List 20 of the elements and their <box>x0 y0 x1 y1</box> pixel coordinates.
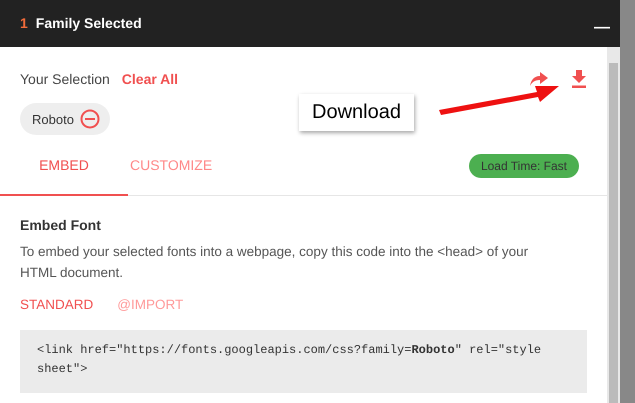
chip-label: Roboto <box>32 112 74 126</box>
font-chip[interactable]: Roboto <box>20 103 110 135</box>
scrollbar[interactable] <box>607 47 620 403</box>
panel-title: Family Selected <box>36 15 142 31</box>
embed-mode-tab[interactable]: @IMPORT <box>117 297 184 312</box>
remove-icon[interactable] <box>80 109 100 129</box>
minimize-button[interactable]: — <box>594 20 610 36</box>
selected-count: 1 <box>20 15 28 31</box>
section-label: Your Selection <box>20 71 110 87</box>
code-snippet: <link href="https://fonts.googleapis.com/css?family=Roboto" rel="stylesheet"> <box>20 330 587 393</box>
load-time-badge: Load Time: Fast <box>468 154 579 178</box>
share-icon[interactable] <box>529 71 549 87</box>
embed-mode-tab[interactable]: STANDARD <box>20 297 94 312</box>
clear-all-link[interactable]: Clear All <box>122 71 178 87</box>
download-icon[interactable] <box>571 70 587 88</box>
description-text: To embed your selected fonts into a webpage, copy this code into the <head> of your HTML document. <box>20 243 530 282</box>
tab[interactable]: EMBED <box>0 136 128 196</box>
callout-label: Download <box>299 94 414 131</box>
section-title: Embed Font <box>20 217 102 233</box>
tab[interactable]: CUSTOMIZE <box>128 136 232 196</box>
